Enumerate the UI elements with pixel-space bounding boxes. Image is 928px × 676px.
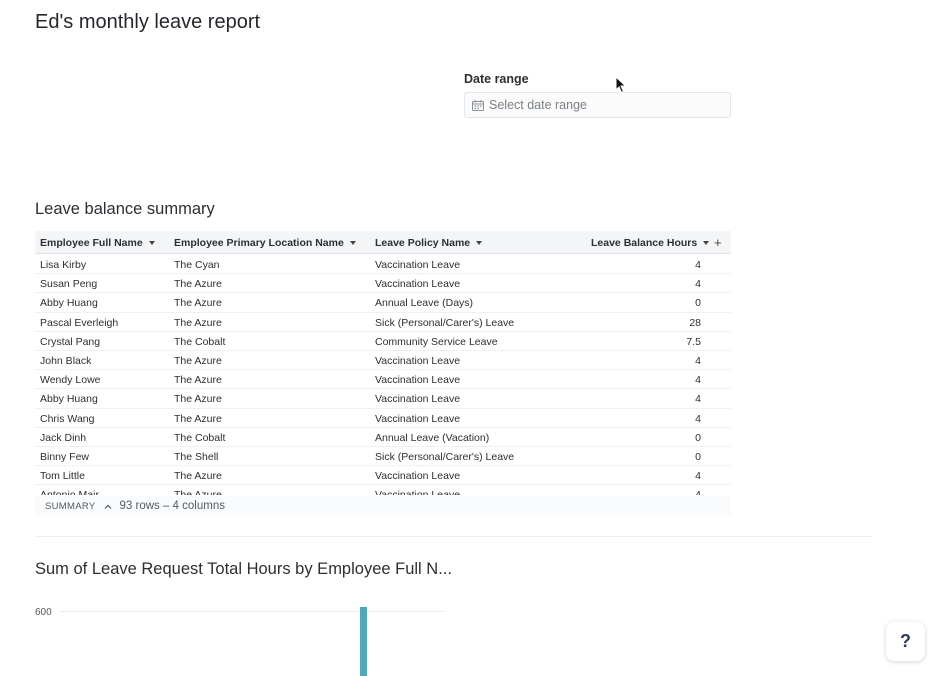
- calendar-icon: [472, 99, 484, 111]
- cell-leave-policy: Vaccination Leave: [375, 393, 461, 406]
- y-tick-label: 600: [35, 607, 52, 618]
- table-row[interactable]: Wendy Lowe The Azure Vaccination Leave 4: [35, 370, 731, 390]
- cell-employee-name: Jack Dinh: [40, 431, 87, 444]
- cell-balance-hours: 7.5: [686, 335, 701, 348]
- column-header-location[interactable]: Employee Primary Location Name: [174, 231, 356, 254]
- cell-employee-name: Tom Little: [40, 470, 85, 483]
- table-row[interactable]: Crystal Pang The Cobalt Community Service …: [35, 332, 731, 351]
- cell-leave-policy: Community Service Leave: [375, 335, 498, 348]
- cell-employee-name: Susan Peng: [40, 278, 98, 291]
- cell-leave-policy: Vaccination Leave: [375, 374, 461, 387]
- column-header-balance-hours[interactable]: Leave Balance Hours: [591, 231, 710, 254]
- chart-bar[interactable]: [360, 607, 367, 676]
- cell-employee-name: Lisa Kirby: [40, 259, 87, 271]
- cell-employee-name: John Black: [40, 355, 92, 367]
- cell-employee-name: Pascal Everleigh: [40, 316, 119, 329]
- chevron-up-icon: [104, 504, 111, 509]
- table-row[interactable]: Susan Peng The Azure Vaccination Leave 4: [35, 274, 731, 294]
- cell-leave-policy: Vaccination Leave: [375, 470, 461, 483]
- summary-label: SUMMARY: [45, 500, 96, 512]
- column-header-label: Leave Balance Hours: [591, 236, 698, 249]
- cell-leave-policy: Sick (Personal/Carer's) Leave: [375, 451, 515, 463]
- summary-row-count: 93 rows – 4 columns: [119, 500, 225, 512]
- table-row[interactable]: Antonio Mair The Azure Vaccination Leave 4: [35, 485, 731, 495]
- cell-leave-policy: Vaccination Leave: [375, 278, 461, 291]
- cell-balance-hours: 4: [695, 374, 701, 387]
- cell-location: The Cobalt: [174, 431, 226, 444]
- cell-leave-policy: Annual Leave (Days): [375, 297, 474, 310]
- cell-balance-hours: 0: [695, 297, 701, 310]
- cell-location: The Azure: [174, 297, 222, 310]
- add-column-button[interactable]: +: [714, 231, 722, 254]
- table-row[interactable]: Abby Huang The Azure Vaccination Leave 4: [35, 389, 731, 409]
- cell-location: The Cyan: [174, 259, 220, 271]
- table-row[interactable]: John Black The Azure Vaccination Leave 4: [35, 351, 731, 371]
- date-range-label: Date range: [464, 72, 529, 86]
- cell-leave-policy: Vaccination Leave: [375, 355, 461, 367]
- cell-balance-hours: 4: [695, 278, 701, 291]
- table-header: Employee Full Name Employee Primary Loca…: [35, 231, 731, 254]
- column-header-leave-policy[interactable]: Leave Policy Name: [375, 231, 483, 254]
- sort-caret-icon: [148, 240, 155, 245]
- table-row[interactable]: Pascal Everleigh The Azure Sick (Personal/…: [35, 313, 731, 332]
- table-row[interactable]: Jack Dinh The Cobalt Annual Leave (Vacatio…: [35, 428, 731, 447]
- cell-location: The Azure: [174, 412, 222, 425]
- cell-balance-hours: 4: [695, 470, 701, 483]
- table-row[interactable]: Binny Few The Shell Sick (Personal/Carer's…: [35, 447, 731, 467]
- chart-title: Sum of Leave Request Total Hours by Empl…: [35, 560, 452, 578]
- cell-employee-name: Binny Few: [40, 451, 90, 463]
- cell-employee-name: Abby Huang: [40, 393, 98, 406]
- cell-balance-hours: 4: [695, 259, 701, 271]
- cell-location: The Azure: [174, 393, 222, 406]
- cell-employee-name: Abby Huang: [40, 297, 98, 310]
- cell-employee-name: Chris Wang: [40, 412, 95, 425]
- sort-caret-icon: [349, 240, 356, 245]
- cell-leave-policy: Annual Leave (Vacation): [375, 431, 490, 444]
- cell-location: The Azure: [174, 278, 222, 291]
- cell-location: The Azure: [174, 489, 222, 495]
- leave-table-title: Leave balance summary: [35, 200, 215, 218]
- column-header-label: Leave Policy Name: [375, 236, 471, 249]
- column-header-label: Employee Full Name: [40, 236, 143, 249]
- date-range-field[interactable]: [464, 92, 731, 118]
- sort-caret-icon: [703, 240, 710, 245]
- sort-caret-icon: [476, 240, 483, 245]
- section-divider: [35, 536, 873, 537]
- cell-balance-hours: 0: [695, 451, 701, 463]
- cell-balance-hours: 28: [689, 316, 701, 329]
- help-button[interactable]: ?: [886, 622, 925, 661]
- cell-employee-name: Crystal Pang: [40, 335, 101, 348]
- cell-balance-hours: 4: [695, 355, 701, 367]
- mouse-cursor-icon: [615, 76, 627, 94]
- date-range-input[interactable]: [489, 98, 719, 112]
- cell-leave-policy: Vaccination Leave: [375, 259, 461, 271]
- cell-leave-policy: Vaccination Leave: [375, 412, 461, 425]
- cell-location: The Azure: [174, 470, 222, 483]
- cell-employee-name: Antonio Mair: [40, 489, 99, 495]
- cell-location: The Azure: [174, 355, 222, 367]
- cell-location: The Azure: [174, 316, 222, 329]
- cell-location: The Azure: [174, 374, 222, 387]
- leave-hours-bar-chart: 600: [35, 607, 445, 676]
- table-summary-bar[interactable]: SUMMARY 93 rows – 4 columns: [35, 496, 731, 516]
- cell-location: The Cobalt: [174, 335, 226, 348]
- cell-leave-policy: Sick (Personal/Carer's) Leave: [375, 316, 515, 329]
- table-row[interactable]: Abby Huang The Azure Annual Leave (Days) 0: [35, 293, 731, 313]
- column-header-employee-name[interactable]: Employee Full Name: [40, 231, 155, 254]
- table-row[interactable]: Tom Little The Azure Vaccination Leave 4: [35, 466, 731, 486]
- page-title: Ed's monthly leave report: [35, 11, 261, 33]
- table-row[interactable]: Lisa Kirby The Cyan Vaccination Leave 4: [35, 255, 731, 275]
- cell-balance-hours: 4: [695, 412, 701, 425]
- cell-location: The Shell: [174, 451, 219, 463]
- column-header-label: Employee Primary Location Name: [174, 236, 344, 249]
- cell-balance-hours: 4: [695, 393, 701, 406]
- leave-balance-table: Employee Full Name Employee Primary Loca…: [35, 231, 731, 495]
- cell-leave-policy: Vaccination Leave: [375, 489, 460, 495]
- cell-balance-hours: 0: [695, 431, 701, 444]
- table-row[interactable]: Chris Wang The Azure Vaccination Leave 4: [35, 409, 731, 428]
- cell-balance-hours: 4: [695, 489, 701, 495]
- cell-employee-name: Wendy Lowe: [40, 374, 101, 387]
